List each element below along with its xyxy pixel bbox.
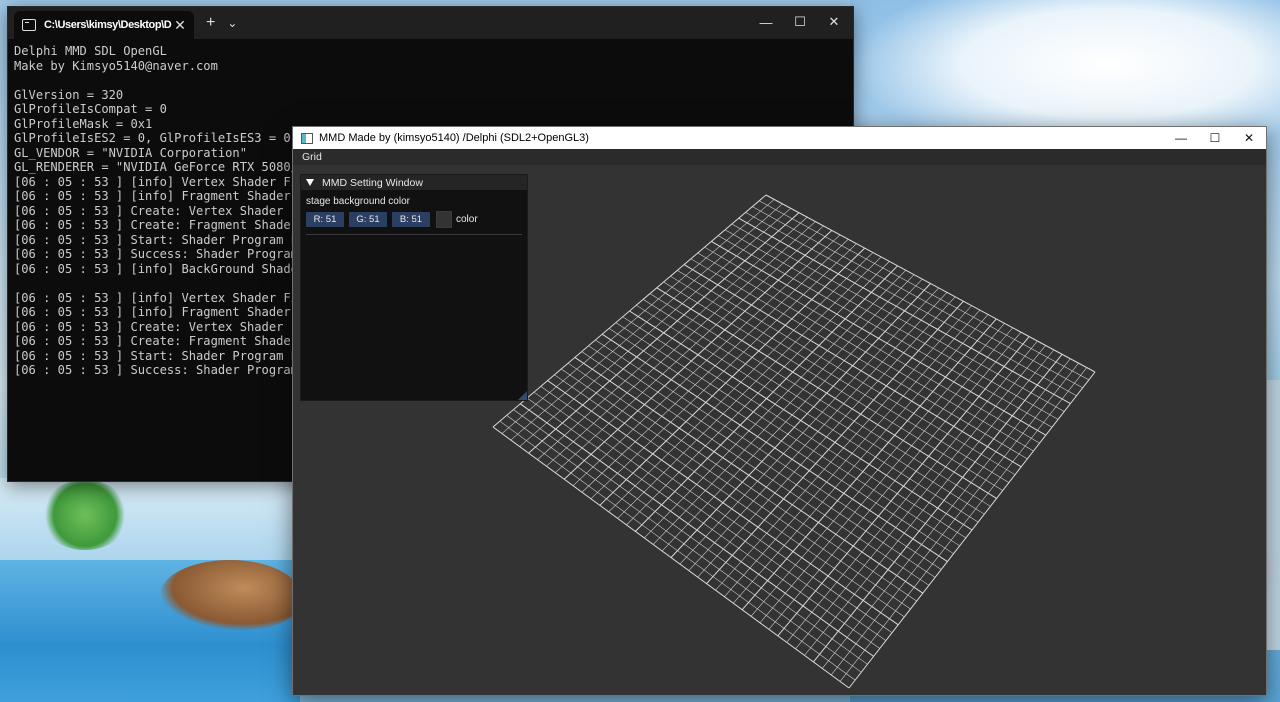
- terminal-titlebar[interactable]: C:\Users\kimsy\Desktop\D ✕ + ⌄ — ☐ ✕: [8, 7, 853, 39]
- new-tab-button[interactable]: +: [206, 14, 215, 32]
- mmd-window-controls: — ☐ ✕: [1164, 127, 1266, 149]
- terminal-tab-title: C:\Users\kimsy\Desktop\D: [44, 19, 172, 31]
- terminal-line: GlProfileIsCompat = 0: [14, 102, 167, 116]
- menu-grid[interactable]: Grid: [302, 151, 322, 163]
- color-editor: R: 51 G: 51 B: 51 color: [306, 211, 527, 228]
- wallpaper-palm: [40, 480, 130, 550]
- terminal-line: GlVersion = 320: [14, 87, 124, 102]
- 3d-viewport[interactable]: MMD Setting Window stage background colo…: [293, 165, 1266, 695]
- maximize-button[interactable]: ☐: [783, 7, 817, 37]
- maximize-button[interactable]: ☐: [1198, 127, 1232, 149]
- close-button[interactable]: ✕: [817, 7, 851, 37]
- separator: [306, 234, 522, 235]
- mmd-window[interactable]: MMD Made by (kimsyo5140) /Delphi (SDL2+O…: [292, 126, 1267, 696]
- wallpaper-turtle: [160, 560, 300, 630]
- terminal-line: Make by Kimsyo5140@naver.com: [14, 58, 218, 73]
- color-swatch[interactable]: [436, 211, 452, 228]
- tab-dropdown-icon[interactable]: ⌄: [227, 16, 237, 30]
- settings-window-titlebar[interactable]: MMD Setting Window: [301, 175, 527, 190]
- background-color-label: stage background color: [306, 196, 410, 207]
- close-button[interactable]: ✕: [1232, 127, 1266, 149]
- terminal-icon: [22, 19, 36, 31]
- terminal-window-controls: — ☐ ✕: [749, 7, 851, 37]
- grid-line: [526, 397, 880, 649]
- close-tab-icon[interactable]: ✕: [172, 17, 188, 34]
- mmd-window-title: MMD Made by (kimsyo5140) /Delphi (SDL2+O…: [319, 132, 589, 144]
- green-channel-input[interactable]: G: 51: [349, 212, 387, 227]
- blue-channel-input[interactable]: B: 51: [392, 212, 430, 227]
- collapse-arrow-icon[interactable]: [306, 179, 314, 186]
- grid-line: [520, 403, 874, 657]
- minimize-button[interactable]: —: [749, 7, 783, 37]
- settings-window[interactable]: MMD Setting Window stage background colo…: [300, 174, 528, 401]
- app-icon: [301, 132, 313, 144]
- settings-window-title: MMD Setting Window: [322, 176, 423, 189]
- grid-line: [513, 409, 868, 665]
- mmd-menubar: Grid: [293, 149, 1266, 165]
- color-label: color: [456, 214, 478, 225]
- terminal-line: Delphi MMD SDL OpenGL: [14, 44, 167, 58]
- grid-line: [506, 415, 862, 673]
- mmd-titlebar[interactable]: MMD Made by (kimsyo5140) /Delphi (SDL2+O…: [293, 127, 1266, 149]
- red-channel-input[interactable]: R: 51: [306, 212, 344, 227]
- terminal-tab[interactable]: C:\Users\kimsy\Desktop\D ✕: [14, 11, 194, 39]
- resize-grip-icon[interactable]: [518, 391, 527, 400]
- minimize-button[interactable]: —: [1164, 127, 1198, 149]
